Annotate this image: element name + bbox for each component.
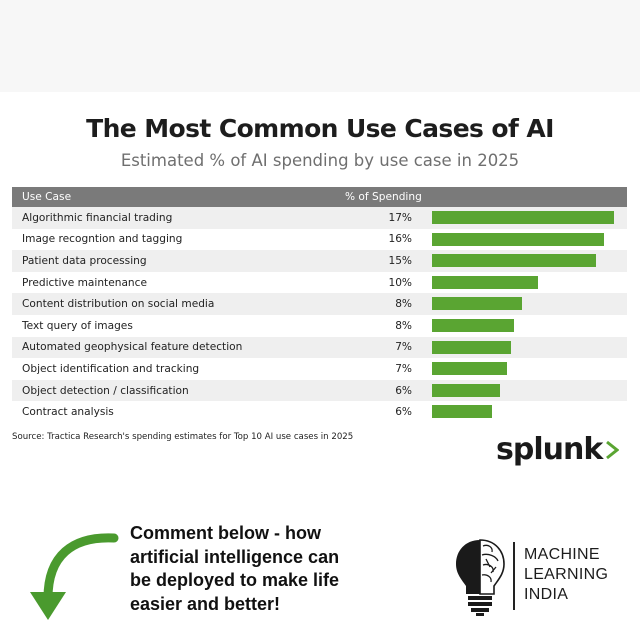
row-value-label: 6% bbox=[395, 406, 412, 419]
cta-line: artificial intelligence can bbox=[130, 546, 340, 567]
row-label: Object detection / classification bbox=[22, 384, 189, 397]
mli-line: MACHINE bbox=[524, 546, 600, 563]
mli-line: LEARNING bbox=[524, 566, 609, 583]
chart-subtitle: Estimated % of AI spending by use case i… bbox=[120, 151, 520, 170]
row-label: Text query of images bbox=[22, 319, 133, 332]
mli-divider bbox=[513, 542, 515, 610]
table-header: Use Case % of Spending bbox=[12, 187, 627, 207]
bar bbox=[432, 211, 614, 224]
header-use-case: Use Case bbox=[22, 191, 72, 203]
row-label: Predictive maintenance bbox=[22, 276, 147, 289]
curved-down-arrow-icon bbox=[30, 533, 119, 620]
table-row: Object detection / classification 6% bbox=[12, 379, 627, 402]
splunk-logo: splunk bbox=[496, 432, 620, 467]
cta-line: be deployed to make life bbox=[130, 570, 340, 590]
row-value-label: 8% bbox=[395, 298, 412, 311]
row-label: Contract analysis bbox=[22, 406, 114, 419]
bar bbox=[432, 362, 508, 376]
table-row: Object identification and tracking 7% bbox=[12, 358, 627, 380]
bar bbox=[432, 297, 522, 311]
row-value-label: 16% bbox=[388, 233, 412, 246]
bar bbox=[432, 232, 605, 246]
spending-table: Use Case % of Spending Algorithmic finan… bbox=[12, 187, 627, 423]
cta-line: Comment below - how bbox=[130, 523, 321, 543]
row-value-label: 8% bbox=[395, 319, 412, 332]
row-value-label: 10% bbox=[388, 276, 412, 289]
row-label: Algorithmic financial trading bbox=[22, 211, 173, 224]
table-row: Text query of images 8% bbox=[12, 315, 627, 337]
row-label: Content distribution on social media bbox=[22, 298, 215, 311]
row-value-label: 7% bbox=[395, 362, 412, 375]
row-label: Image recogntion and tagging bbox=[22, 233, 183, 246]
mli-line: INDIA bbox=[524, 586, 569, 603]
bar bbox=[432, 340, 512, 354]
splunk-wordmark: splunk bbox=[496, 432, 603, 467]
bar bbox=[432, 275, 538, 289]
mli-wordmark: MACHINE LEARNING INDIA bbox=[524, 545, 608, 605]
bar bbox=[432, 383, 500, 397]
table-body: Algorithmic financial trading 17% Image re… bbox=[12, 207, 627, 423]
row-value-label: 6% bbox=[395, 384, 412, 397]
table-row: Algorithmic financial trading 17% bbox=[12, 207, 627, 229]
table-row: Image recogntion and tagging 16% bbox=[12, 229, 627, 251]
chart-title: The Most Common Use Cases of AI bbox=[86, 114, 554, 143]
table-row: Content distribution on social media 8% bbox=[12, 293, 627, 315]
chevron-right-icon bbox=[606, 440, 620, 459]
table-row: Contract analysis 6% bbox=[12, 401, 627, 423]
table-row: Patient data processing 15% bbox=[12, 250, 627, 272]
row-label: Patient data processing bbox=[22, 254, 147, 267]
top-background bbox=[0, 0, 640, 92]
bar bbox=[432, 254, 596, 268]
table-row: Predictive maintenance 10% bbox=[12, 272, 627, 294]
brain-lightbulb-icon bbox=[456, 539, 505, 616]
row-value-label: 15% bbox=[388, 254, 412, 267]
row-label: Automated geophysical feature detection bbox=[22, 341, 243, 354]
header-spending: % of Spending bbox=[345, 191, 422, 203]
bar bbox=[432, 318, 515, 332]
call-to-action: Comment below - how artificial intellige… bbox=[130, 522, 370, 616]
row-label: Object identification and tracking bbox=[22, 362, 200, 375]
bar bbox=[432, 405, 493, 419]
row-value-label: 7% bbox=[395, 341, 412, 354]
cta-line: easier and better! bbox=[130, 593, 281, 614]
row-value-label: 17% bbox=[388, 211, 412, 224]
table-row: Automated geophysical feature detection 7… bbox=[12, 336, 627, 359]
source-note: Source: Tractica Research's spending est… bbox=[12, 432, 354, 442]
